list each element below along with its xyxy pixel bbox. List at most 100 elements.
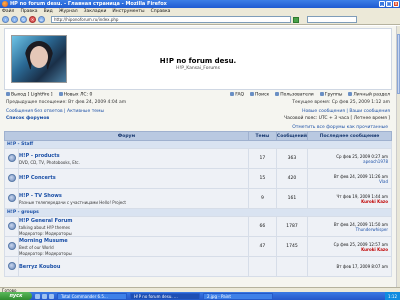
- taskbar: пуск Total Commander 6.5... H!P no forum…: [0, 292, 400, 300]
- topic-count: 47: [247, 236, 277, 257]
- category-name[interactable]: H!P - groups: [4, 208, 392, 217]
- taskbar-item-paint[interactable]: 2.jpg - Paint: [203, 292, 273, 300]
- menu-help[interactable]: Справка: [151, 9, 171, 14]
- forward-button[interactable]: ›: [11, 16, 18, 23]
- window-titlebar[interactable]: HP no forum desu. - Главная страница - M…: [0, 0, 400, 8]
- topic-count: 66: [247, 216, 277, 237]
- forum-name[interactable]: H!P - TV Shows: [19, 193, 248, 199]
- post-count: 1745: [275, 236, 309, 257]
- site-title: H!P no forum desu.: [159, 57, 237, 65]
- menu-tools[interactable]: Инструменты: [112, 9, 144, 14]
- forum-read-icon: [7, 173, 16, 182]
- close-button[interactable]: ×: [393, 1, 399, 7]
- topic-count: [247, 256, 277, 277]
- menu-view[interactable]: Вид: [44, 9, 53, 14]
- stop-button[interactable]: ×: [29, 16, 36, 23]
- search-link[interactable]: Поиск: [250, 92, 269, 98]
- site-subtitle: H!P_Kansai_Forums: [176, 66, 220, 71]
- groups-link[interactable]: Группы: [319, 92, 342, 98]
- topic-count: 9: [247, 188, 277, 209]
- back-button[interactable]: ‹: [2, 16, 9, 23]
- start-button[interactable]: пуск: [0, 292, 32, 300]
- nav-toolbar: ‹ › ↻ × ⌂ http://hiponoforum.ru/index.ph…: [0, 15, 400, 25]
- faq-link[interactable]: FAQ: [230, 92, 244, 98]
- forum-desc: Best of our World: [19, 244, 54, 250]
- forum-row: H!P - products DVD, CD, TV, Photobooks, E…: [4, 148, 392, 169]
- minimize-button[interactable]: _: [379, 1, 385, 7]
- post-count: 363: [275, 148, 309, 169]
- pm-link[interactable]: Новых ЛС: 0: [58, 92, 92, 98]
- users-icon: [275, 92, 280, 97]
- maximize-button[interactable]: □: [386, 1, 392, 7]
- reload-button[interactable]: ↻: [20, 16, 27, 23]
- user-links-bar: Выход [ Lightfire ] Новых ЛС: 0 FAQ Поис…: [4, 90, 392, 100]
- forum-table-body: H!P - Staff H!P - products DVD, CD, TV, P…: [4, 140, 392, 277]
- quicklaunch-icon[interactable]: [35, 293, 40, 299]
- mail-icon: [58, 92, 63, 97]
- forum-row: Morning Musume Best of our World Модератор…: [4, 236, 392, 257]
- forum-name[interactable]: H!P - products: [19, 153, 248, 159]
- quicklaunch-icon[interactable]: [42, 293, 47, 299]
- timezone: Часовой пояс: UTC + 3 часа [ Летнее врем…: [283, 116, 390, 121]
- mark-read-link[interactable]: Отметить все форумы как прочитанные: [4, 122, 392, 131]
- forum-name[interactable]: H!P Concerts: [19, 175, 248, 181]
- post-count: 420: [275, 168, 309, 189]
- group-icon: [319, 92, 324, 97]
- forum-read-icon: [7, 261, 16, 270]
- logout-link[interactable]: Выход [ Lightfire ]: [6, 92, 53, 98]
- last-post-author[interactable]: Vlad: [308, 179, 388, 184]
- post-count: 161: [275, 188, 309, 209]
- taskbar-item-totalcmd[interactable]: Total Commander 6.5...: [57, 292, 127, 300]
- ucp-link[interactable]: Личный раздел: [348, 92, 390, 98]
- new-own-posts-links[interactable]: Новые сообщения | Ваши сообщения: [302, 109, 390, 114]
- last-post-author[interactable]: Kuroki Kazo: [308, 199, 388, 204]
- forum-name[interactable]: Berryz Koubou: [19, 264, 248, 270]
- category-row: H!P - groups: [4, 208, 392, 217]
- forum-name[interactable]: H!P General Forum: [19, 218, 248, 224]
- forum-desc: Разные телепередачи с участницами Hello!…: [19, 199, 126, 205]
- go-button[interactable]: [293, 16, 299, 23]
- home-button[interactable]: ⌂: [38, 16, 45, 23]
- topic-count: 17: [247, 148, 277, 169]
- breadcrumb-index[interactable]: Список форумов: [6, 116, 49, 121]
- members-link[interactable]: Пользователи: [275, 92, 314, 98]
- menu-bookmarks[interactable]: Закладки: [84, 9, 107, 14]
- forum-desc: DVD, CD, TV, Photobooks, Etc.: [19, 159, 80, 165]
- col-posts: Сообщений: [275, 131, 309, 141]
- address-bar[interactable]: http://hiponoforum.ru/index.php: [51, 16, 291, 23]
- breadcrumb: Список форумов Часовой пояс: UTC + 3 час…: [4, 115, 392, 122]
- menu-bar: Файл Правка Вид Журнал Закладки Инструме…: [0, 8, 400, 15]
- forum-moderators[interactable]: Модератор: Модераторы: [19, 251, 248, 256]
- col-topics: Темы: [247, 131, 277, 141]
- tray-clock: 1:12: [388, 293, 397, 299]
- forum-name[interactable]: Morning Musume: [19, 238, 248, 244]
- profile-icon: [348, 92, 353, 97]
- last-post-author[interactable]: Thunderwhisper: [308, 227, 388, 232]
- category-row: H!P - Staff: [4, 140, 392, 149]
- forum-read-icon: [7, 153, 16, 162]
- post-count: [275, 256, 309, 277]
- forum-read-icon: [7, 221, 16, 230]
- taskbar-item-firefox[interactable]: H!P no forum desu. ...: [130, 292, 200, 300]
- quicklaunch-icon[interactable]: [49, 293, 54, 299]
- last-post-author[interactable]: Kuroki Kazo: [308, 247, 388, 252]
- forum-read-icon: [7, 193, 16, 202]
- search-box[interactable]: [307, 16, 357, 23]
- menu-history[interactable]: Журнал: [59, 9, 78, 14]
- forum-moderators[interactable]: Модератор: Модераторы: [19, 231, 248, 236]
- question-icon: [230, 92, 235, 97]
- quick-launch: [35, 293, 54, 299]
- window-title: HP no forum desu. - Главная страница - M…: [10, 1, 167, 7]
- last-post-author[interactable]: apeach1978: [308, 159, 388, 164]
- col-forum: Форум: [4, 131, 249, 141]
- forum-row: H!P Concerts 15 420 Вт фев 24, 2009 11:2…: [4, 168, 392, 189]
- last-post-date: Вт фев 17, 2009 8:07 am: [336, 264, 388, 269]
- menu-file[interactable]: Файл: [2, 9, 14, 14]
- category-name[interactable]: H!P - Staff: [4, 140, 392, 149]
- menu-edit[interactable]: Правка: [20, 9, 37, 14]
- vertical-scrollbar[interactable]: [396, 26, 400, 287]
- unanswered-active-links[interactable]: Сообщения без ответов | Активные темы: [6, 109, 104, 114]
- current-time: Текущее время: Ср фев 25, 2009 1:12 am: [292, 100, 390, 105]
- last-visit: Предыдущее посещение: Вт фев 24, 2009 4:…: [6, 100, 127, 105]
- topic-count: 15: [247, 168, 277, 189]
